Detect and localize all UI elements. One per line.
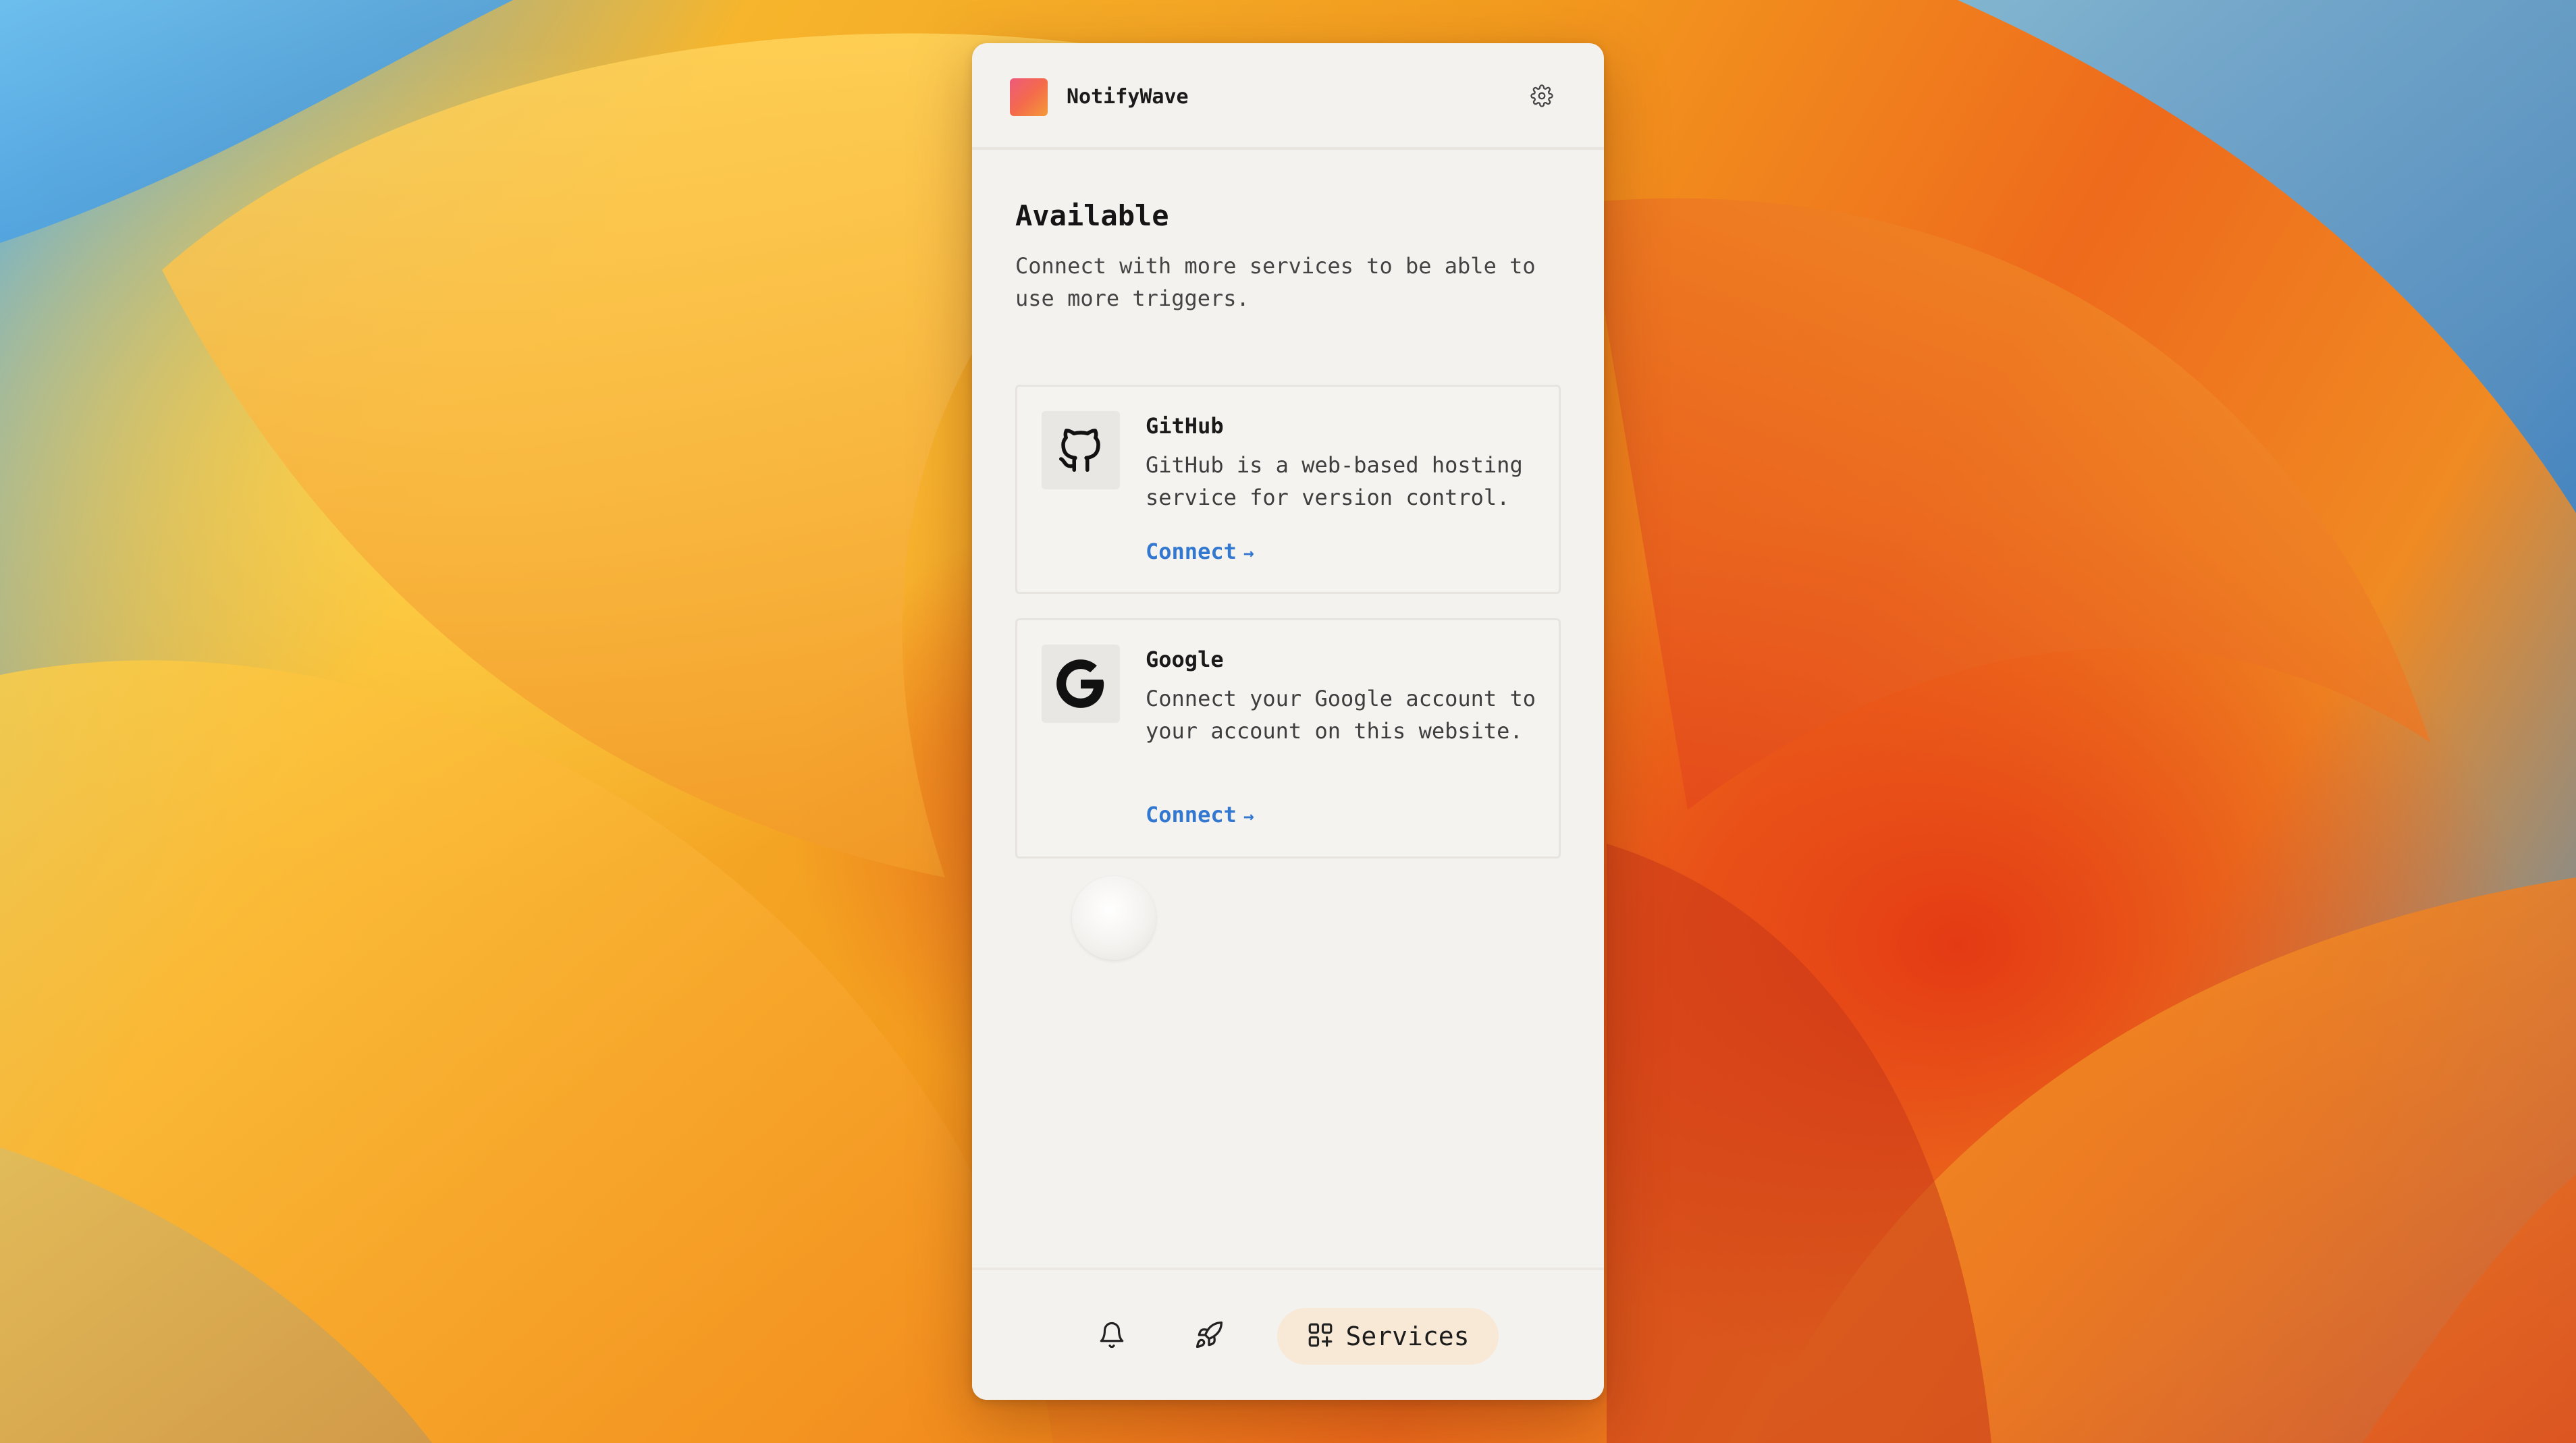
nav-triggers-button[interactable] [1185,1308,1233,1365]
nav-services-label: Services [1345,1322,1470,1351]
connect-label: Connect [1146,802,1237,827]
connect-google-link[interactable]: Connect → [1146,800,1254,832]
section-title: Available [1015,199,1169,232]
nav-services-tab[interactable]: Services [1277,1308,1499,1365]
app-title: NotifyWave [1067,85,1189,109]
bottom-navigation: Services [972,1268,1604,1400]
google-icon [1042,645,1120,723]
app-header: NotifyWave [972,43,1604,150]
settings-button[interactable] [1526,81,1558,113]
service-description: GitHub is a web-based hosting service fo… [1146,452,1523,510]
app-logo [1010,78,1048,116]
service-card-google: Google Connect your Google account to yo… [1015,618,1561,859]
arrow-right-icon: → [1243,807,1254,827]
github-icon [1042,411,1120,489]
service-name: GitHub [1146,413,1224,439]
service-card-github: GitHub GitHub is a web-based hosting ser… [1015,385,1561,594]
notifywave-panel: NotifyWave Available Connect with more s… [972,43,1604,1400]
service-name: Google [1146,647,1224,672]
service-description: Connect your Google account to your acco… [1146,686,1536,744]
nav-notifications-button[interactable] [1088,1308,1135,1365]
arrow-right-icon: → [1243,543,1254,564]
section-description: Connect with more services to be able to… [1015,253,1536,311]
connect-github-link[interactable]: Connect → [1146,537,1254,568]
connect-label: Connect [1146,539,1237,564]
gear-icon [1530,84,1553,110]
loading-indicator [1072,876,1156,960]
apps-add-icon [1306,1321,1335,1352]
bell-icon [1098,1321,1126,1352]
rocket-icon [1194,1320,1224,1353]
